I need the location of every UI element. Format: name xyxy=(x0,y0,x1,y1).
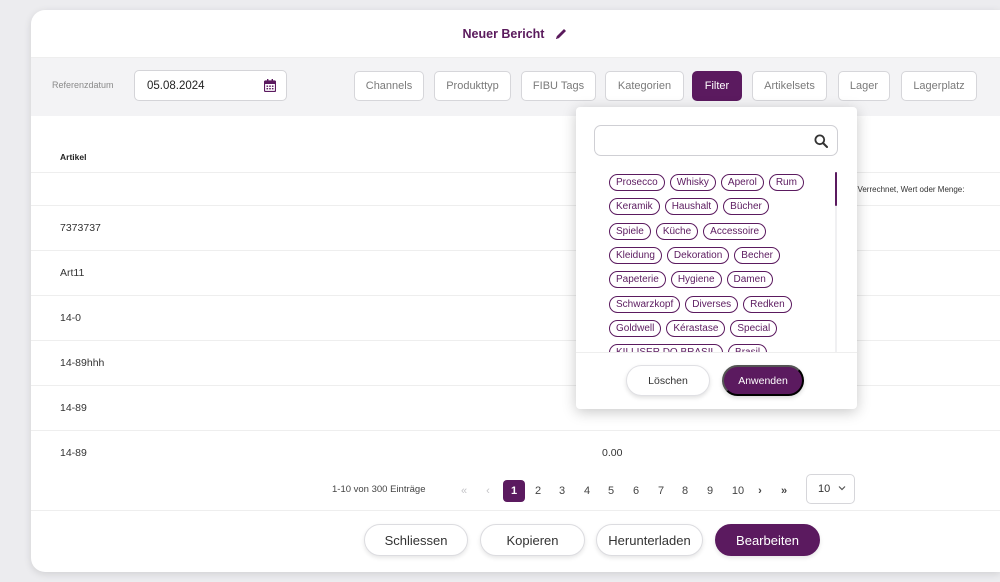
pencil-icon[interactable] xyxy=(554,27,568,41)
footer-actions: Schliessen Kopieren Herunterladen Bearbe… xyxy=(31,510,1000,572)
artikelsets-button[interactable]: Artikelsets xyxy=(752,71,827,101)
page-4-button[interactable]: 4 xyxy=(577,480,597,502)
popup-divider xyxy=(576,352,857,353)
filter-tag[interactable]: Redken xyxy=(743,295,792,313)
page-size-select[interactable]: 10 xyxy=(806,474,855,504)
filter-tag[interactable]: Diverses xyxy=(685,295,739,313)
apply-filter-button[interactable]: Anwenden xyxy=(722,365,804,396)
tag-row: KILLISER DO BRASIL Brasil xyxy=(609,344,772,352)
filter-tag[interactable]: Damen xyxy=(726,271,773,289)
page-7-button[interactable]: 7 xyxy=(651,480,671,502)
filter-popup: Prosecco Whisky Aperol Rum Keramik Haushalt Bü… xyxy=(576,107,857,409)
report-title: Neuer Bericht xyxy=(462,26,545,41)
channels-button[interactable]: Channels xyxy=(354,71,424,101)
fibu-tags-button[interactable]: FIBU Tags xyxy=(521,71,596,101)
close-button[interactable]: Schliessen xyxy=(364,524,468,556)
reference-date-label: Referenzdatum xyxy=(52,80,114,90)
first-page-button[interactable]: « xyxy=(454,480,474,502)
filter-tag[interactable]: Dekoration xyxy=(666,246,730,264)
filter-tag[interactable]: Kleidung xyxy=(609,246,662,264)
tag-list-scrollbar[interactable] xyxy=(835,172,837,206)
produkttyp-button[interactable]: Produkttyp xyxy=(434,71,511,101)
filter-tag[interactable]: Hygiene xyxy=(670,271,722,289)
artikel-cell: 7373737 xyxy=(60,222,101,234)
filter-tag[interactable]: Special xyxy=(730,319,778,337)
filter-tag[interactable]: Whisky xyxy=(669,174,716,191)
tag-list: Prosecco Whisky Aperol Rum Keramik Haushalt Bü… xyxy=(609,174,829,352)
value-cell: 0.00 xyxy=(602,447,623,459)
filter-tag[interactable]: Goldwell xyxy=(609,319,662,337)
kategorien-button[interactable]: Kategorien xyxy=(605,71,684,101)
artikel-cell: 14-89 xyxy=(60,402,87,414)
column-header-artikel: Artikel xyxy=(60,152,87,162)
page-8-button[interactable]: 8 xyxy=(675,480,695,502)
page-2-button[interactable]: 2 xyxy=(528,480,548,502)
lager-button[interactable]: Lager xyxy=(838,71,890,101)
table-row[interactable]: 14-89 0.00 xyxy=(31,431,1000,476)
tag-row: Keramik Haushalt Bücher xyxy=(609,198,774,216)
filter-tag[interactable]: Keramik xyxy=(609,198,660,216)
tag-row: Schwarzkopf Diverses Redken xyxy=(609,295,797,314)
artikel-cell: Art11 xyxy=(60,267,85,279)
page-6-button[interactable]: 6 xyxy=(626,480,646,502)
filter-tag[interactable]: KILLISER DO BRASIL xyxy=(609,344,724,352)
copy-button[interactable]: Kopieren xyxy=(480,524,585,556)
tag-row: Papeterie Hygiene Damen xyxy=(609,271,778,289)
filter-tag[interactable]: Rum xyxy=(768,174,804,191)
lagerplatz-button[interactable]: Lagerplatz xyxy=(901,71,977,101)
edit-button[interactable]: Bearbeiten xyxy=(715,524,820,556)
column-note: , Verrechnet, Wert oder Menge: xyxy=(853,185,965,194)
artikel-cell: 14-0 xyxy=(60,312,82,324)
page-1-button[interactable]: 1 xyxy=(503,480,525,502)
filter-tag[interactable]: Accessoire xyxy=(703,222,767,240)
tag-row: Prosecco Whisky Aperol Rum xyxy=(609,174,809,192)
filter-tag[interactable]: Prosecco xyxy=(609,174,665,191)
next-page-button[interactable]: › xyxy=(750,480,770,502)
filter-tag[interactable]: Bücher xyxy=(723,198,769,216)
filter-tag[interactable]: Schwarzkopf xyxy=(609,295,681,313)
tag-row: Kleidung Dekoration Becher xyxy=(609,246,785,265)
reference-date-value: 05.08.2024 xyxy=(147,80,205,92)
search-icon[interactable] xyxy=(814,134,828,148)
page-10-button[interactable]: 10 xyxy=(726,480,750,502)
download-button[interactable]: Herunterladen xyxy=(596,524,703,556)
filter-tag[interactable]: Aperol xyxy=(720,174,764,191)
filter-tag[interactable]: Küche xyxy=(655,222,699,240)
filter-tag[interactable]: Spiele xyxy=(609,222,651,240)
filter-tag[interactable]: Papeterie xyxy=(609,271,666,289)
clear-filter-button[interactable]: Löschen xyxy=(626,365,710,396)
filter-tag[interactable]: Kérastase xyxy=(666,319,726,337)
filter-button[interactable]: Filter xyxy=(692,71,742,101)
artikel-cell: 14-89 xyxy=(60,447,87,459)
last-page-button[interactable]: » xyxy=(774,480,794,502)
page-9-button[interactable]: 9 xyxy=(700,480,720,502)
filter-tag[interactable]: Brasil xyxy=(728,344,768,352)
report-header: Neuer Bericht xyxy=(31,10,1000,58)
reference-date-input[interactable]: 05.08.2024 xyxy=(134,70,287,101)
page-size-value: 10 xyxy=(818,483,831,495)
artikel-cell: 14-89hhh xyxy=(60,357,105,369)
tag-row: Goldwell Kérastase Special xyxy=(609,319,782,338)
filter-search-input[interactable] xyxy=(594,125,838,156)
page-3-button[interactable]: 3 xyxy=(552,480,572,502)
chevron-down-icon xyxy=(838,486,846,491)
filter-tag[interactable]: Becher xyxy=(734,246,780,264)
pagination: 1-10 von 300 Einträge « ‹ 1 2 3 4 5 6 7 … xyxy=(31,474,1000,508)
filter-tag[interactable]: Haushalt xyxy=(664,198,719,216)
pagination-summary: 1-10 von 300 Einträge xyxy=(332,484,426,495)
page-5-button[interactable]: 5 xyxy=(601,480,621,502)
calendar-icon[interactable] xyxy=(264,79,276,92)
tag-row: Spiele Küche Accessoire xyxy=(609,222,771,241)
prev-page-button[interactable]: ‹ xyxy=(478,480,498,502)
